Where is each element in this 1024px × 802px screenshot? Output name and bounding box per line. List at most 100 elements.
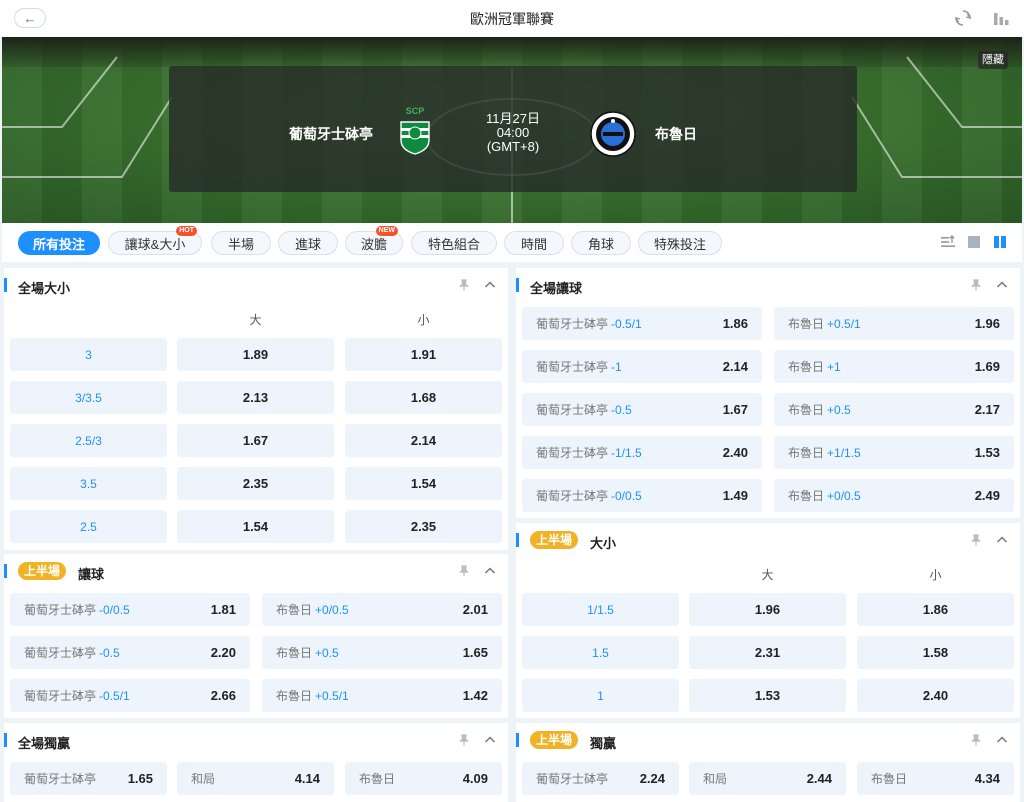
first-half-badge: 上半場 [18, 562, 67, 580]
odds-value: 2.01 [462, 602, 488, 617]
away-team-name: 布魯日 [655, 126, 697, 142]
accent-bar [516, 533, 519, 547]
under-odds-button[interactable]: 2.14 [345, 424, 502, 457]
home-logo-text: SCP [405, 106, 425, 116]
home-handicap-button[interactable]: 葡萄牙士砵亭 -0/0.5 1.81 [10, 593, 250, 626]
pin-icon[interactable] [458, 565, 470, 577]
tab-handicap-ou[interactable]: 讓球&大小 HOT [108, 226, 202, 255]
panel-header[interactable]: 上半場 獨贏 [516, 723, 1020, 757]
pin-icon[interactable] [458, 279, 470, 291]
chevron-up-icon[interactable] [996, 534, 1008, 546]
stats-icon[interactable] [992, 9, 1010, 27]
single-column-icon[interactable] [966, 234, 982, 250]
home-handicap-button[interactable]: 葡萄牙士砵亭 -0.5 2.20 [10, 636, 250, 669]
odds-value: 2.66 [210, 688, 236, 703]
odds-value: 2.14 [722, 359, 748, 374]
handicap-line: +0.5 [827, 403, 851, 417]
away-handicap-button[interactable]: 布魯日 +0.5 2.17 [774, 393, 1014, 426]
over-odds-button[interactable]: 1.53 [689, 679, 846, 712]
over-odds-button[interactable]: 2.35 [177, 467, 334, 500]
accent-bar [4, 564, 7, 578]
tab-time[interactable]: 時間 [504, 231, 564, 255]
selection-name: 布魯日 [871, 772, 908, 786]
away-handicap-button[interactable]: 布魯日 +0/0.5 2.49 [774, 479, 1014, 512]
away-win-button[interactable]: 布魯日 4.34 [857, 762, 1014, 795]
ht-1x2-panel: 上半場 獨贏 葡萄牙士砵亭 2.24 和局 2.44 布魯日 4.34 [516, 723, 1020, 802]
panel-header[interactable]: 全場大小 [4, 268, 508, 302]
odds-value: 2.40 [722, 445, 748, 460]
home-handicap-button[interactable]: 葡萄牙士砵亭 -0.5 1.67 [522, 393, 762, 426]
panel-title: 全場獨贏 [18, 736, 71, 751]
over-odds-button[interactable]: 1.67 [177, 424, 334, 457]
away-win-button[interactable]: 布魯日 4.09 [345, 762, 502, 795]
handicap-line: +0.5/1 [827, 317, 861, 331]
away-handicap-button[interactable]: 布魯日 +1/1.5 1.53 [774, 436, 1014, 469]
handicap-line: +1/1.5 [827, 446, 861, 460]
tab-label: 特色組合 [427, 236, 480, 252]
away-handicap-button[interactable]: 布魯日 +0.5/1 1.42 [262, 679, 502, 712]
line-label: 1/1.5 [522, 593, 679, 626]
back-button[interactable]: ← [14, 8, 46, 28]
away-handicap-button[interactable]: 布魯日 +0/0.5 2.01 [262, 593, 502, 626]
under-odds-button[interactable]: 1.54 [345, 467, 502, 500]
odds-value: 1.81 [210, 602, 236, 617]
home-handicap-button[interactable]: 葡萄牙士砵亭 -1 2.14 [522, 350, 762, 383]
chevron-up-icon[interactable] [484, 565, 496, 577]
chevron-up-icon[interactable] [996, 279, 1008, 291]
panel-header[interactable]: 全場獨贏 [4, 723, 508, 757]
over-odds-button[interactable]: 1.96 [689, 593, 846, 626]
home-win-button[interactable]: 葡萄牙士砵亭 2.24 [522, 762, 679, 795]
panel-title: 大小 [590, 536, 617, 551]
two-column-icon[interactable] [992, 234, 1008, 250]
home-handicap-button[interactable]: 葡萄牙士砵亭 -0.5/1 2.66 [10, 679, 250, 712]
away-handicap-button[interactable]: 布魯日 +1 1.69 [774, 350, 1014, 383]
handicap-line: -1 [611, 360, 622, 374]
under-odds-button[interactable]: 1.86 [857, 593, 1014, 626]
panel-header[interactable]: 上半場 讓球 [4, 554, 508, 588]
tab-specials[interactable]: 特殊投注 [638, 231, 722, 255]
over-odds-button[interactable]: 1.54 [177, 510, 334, 543]
hide-banner-button[interactable]: 隱藏 [978, 51, 1008, 69]
selection-name: 葡萄牙士砵亭 [536, 360, 609, 374]
over-odds-button[interactable]: 2.13 [177, 381, 334, 414]
tab-all-bets[interactable]: 所有投注 [18, 231, 100, 255]
odds-value: 4.09 [462, 771, 488, 786]
tab-correct-score[interactable]: 波膽 NEW [345, 226, 403, 255]
under-odds-button[interactable]: 1.68 [345, 381, 502, 414]
draw-button[interactable]: 和局 4.14 [177, 762, 334, 795]
home-handicap-button[interactable]: 葡萄牙士砵亭 -1/1.5 2.40 [522, 436, 762, 469]
refresh-icon[interactable] [954, 9, 972, 27]
tab-corners[interactable]: 角球 [571, 231, 631, 255]
over-odds-button[interactable]: 2.31 [689, 636, 846, 669]
under-odds-button[interactable]: 1.58 [857, 636, 1014, 669]
home-handicap-button[interactable]: 葡萄牙士砵亭 -0/0.5 1.49 [522, 479, 762, 512]
panel-header[interactable]: 上半場 大小 [516, 523, 1020, 557]
ht-over-under-panel: 上半場 大小 大 小 1/1.5 1.96 1.86 1.5 2.31 1.58… [516, 523, 1020, 718]
pin-icon[interactable] [970, 279, 982, 291]
tab-combo[interactable]: 特色組合 [411, 231, 497, 255]
home-handicap-button[interactable]: 葡萄牙士砵亭 -0.5/1 1.86 [522, 307, 762, 340]
handicap-line: +0.5/1 [315, 689, 349, 703]
away-handicap-button[interactable]: 布魯日 +0.5/1 1.96 [774, 307, 1014, 340]
chevron-up-icon[interactable] [484, 734, 496, 746]
home-win-button[interactable]: 葡萄牙士砵亭 1.65 [10, 762, 167, 795]
pin-icon[interactable] [970, 534, 982, 546]
pin-icon[interactable] [458, 734, 470, 746]
under-odds-button[interactable]: 2.35 [345, 510, 502, 543]
sort-icon[interactable] [940, 234, 956, 250]
odds-value: 1.65 [127, 771, 153, 786]
tab-half-time[interactable]: 半場 [211, 231, 271, 255]
handicap-line: -0.5 [611, 403, 632, 417]
draw-button[interactable]: 和局 2.44 [689, 762, 846, 795]
new-badge: NEW [375, 226, 398, 236]
chevron-up-icon[interactable] [996, 734, 1008, 746]
handicap-line: -1/1.5 [611, 446, 642, 460]
pin-icon[interactable] [970, 734, 982, 746]
under-odds-button[interactable]: 1.91 [345, 338, 502, 371]
tab-goals[interactable]: 進球 [278, 231, 338, 255]
over-odds-button[interactable]: 1.89 [177, 338, 334, 371]
away-handicap-button[interactable]: 布魯日 +0.5 1.65 [262, 636, 502, 669]
chevron-up-icon[interactable] [484, 279, 496, 291]
under-odds-button[interactable]: 2.40 [857, 679, 1014, 712]
panel-header[interactable]: 全場讓球 [516, 268, 1020, 302]
